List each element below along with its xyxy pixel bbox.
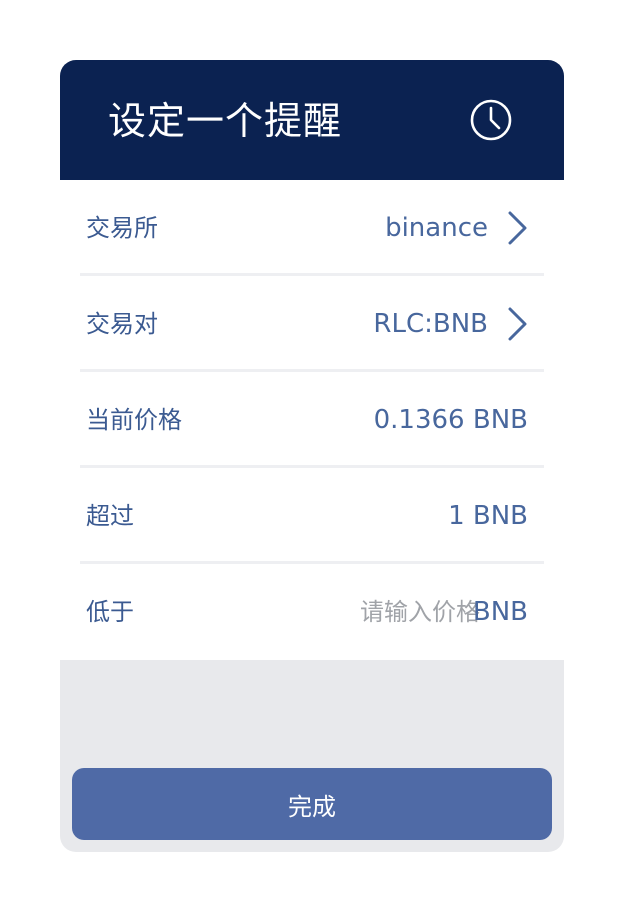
clock-icon[interactable]	[470, 99, 512, 141]
chevron-right-icon	[508, 211, 527, 245]
alert-card: 设定一个提醒 交易所 binance 交易对 RLC:BNB 当前价格 0.13…	[60, 60, 564, 852]
header: 设定一个提醒	[60, 60, 564, 180]
exchange-label: 交易所	[86, 214, 158, 242]
below-unit: BNB	[472, 597, 528, 627]
chevron-right-icon	[508, 307, 527, 341]
current-price-row: 当前价格 0.1366 BNB	[80, 372, 544, 468]
above-value[interactable]: 1 BNB	[448, 498, 528, 534]
current-price-label: 当前价格	[86, 406, 182, 434]
pair-row[interactable]: 交易对 RLC:BNB	[80, 276, 544, 372]
pair-label: 交易对	[86, 310, 158, 338]
exchange-row[interactable]: 交易所 binance	[80, 180, 544, 276]
current-price-value: 0.1366 BNB	[373, 405, 528, 435]
done-button[interactable]: 完成	[72, 768, 552, 840]
below-label: 低于	[86, 598, 134, 626]
pair-value: RLC:BNB	[373, 309, 488, 339]
above-label: 超过	[86, 502, 134, 530]
alert-form: 交易所 binance 交易对 RLC:BNB 当前价格 0.1366 BNB …	[60, 180, 564, 660]
above-row[interactable]: 超过 1 BNB	[80, 468, 544, 564]
below-price-input[interactable]	[310, 592, 480, 632]
below-row: 低于 BNB	[80, 564, 544, 660]
exchange-value: binance	[385, 213, 488, 243]
page-title: 设定一个提醒	[108, 99, 343, 143]
